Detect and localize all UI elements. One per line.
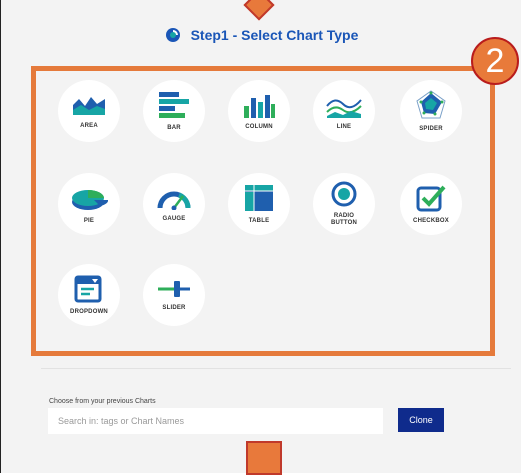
spider-chart-icon — [416, 89, 446, 118]
chart-type-spider[interactable]: SPIDER — [400, 80, 462, 142]
chart-type-gauge[interactable]: GAUGE — [143, 173, 205, 235]
chart-type-label: DROPDOWN — [70, 308, 108, 315]
clone-button[interactable]: Clone — [398, 408, 444, 432]
chart-type-label: SPIDER — [419, 125, 443, 132]
bottom-marker — [246, 441, 282, 475]
table-icon — [245, 184, 273, 211]
chart-type-label: TABLE — [248, 217, 270, 224]
top-arrow-marker — [243, 0, 275, 21]
chart-type-area[interactable]: AREA — [58, 80, 120, 142]
chart-type-dropdown[interactable]: DROPDOWN — [58, 264, 120, 326]
page-title: Step1 - Select Chart Type — [190, 27, 359, 43]
chart-type-label: RADIO BUTTON — [330, 213, 358, 226]
chart-type-radio-button[interactable]: RADIO BUTTON — [313, 173, 375, 235]
line-chart-icon — [326, 98, 362, 118]
gauge-icon — [157, 191, 191, 210]
chart-type-column[interactable]: COLUMN — [228, 80, 290, 142]
chart-type-label: PIE — [83, 217, 95, 224]
chart-type-slider[interactable]: SLIDER — [143, 264, 205, 326]
previous-charts-label: Choose from your previous Charts — [49, 398, 156, 405]
chart-type-bar[interactable]: BAR — [143, 80, 205, 142]
chart-type-checkbox[interactable]: CHECKBOX — [400, 173, 462, 235]
slider-icon — [158, 280, 190, 297]
dropdown-icon — [74, 275, 102, 302]
chart-type-line[interactable]: LINE — [313, 80, 375, 142]
step-header: Step1 - Select Chart Type — [1, 25, 521, 45]
chart-type-pie[interactable]: PIE — [58, 173, 120, 235]
chart-type-label: AREA — [80, 122, 98, 129]
logo-icon — [165, 28, 180, 42]
bar-chart-icon — [159, 91, 189, 118]
chart-type-label: GAUGE — [162, 215, 186, 222]
chart-type-label: COLUMN — [245, 123, 273, 130]
area-chart-icon — [73, 96, 105, 115]
column-chart-icon — [244, 94, 275, 118]
step-panel: Step1 - Select Chart Type 2 AREA BAR COL… — [0, 0, 521, 475]
section-divider — [41, 368, 511, 369]
chart-type-label: CHECKBOX — [413, 217, 449, 224]
pie-chart-icon — [72, 189, 108, 210]
chart-type-label: SLIDER — [162, 304, 186, 311]
step-number-badge: 2 — [471, 37, 519, 85]
chart-type-label: LINE — [336, 123, 352, 130]
checkbox-icon — [416, 185, 446, 211]
chart-type-label: BAR — [167, 124, 181, 131]
radio-button-icon — [331, 181, 357, 207]
search-input[interactable] — [48, 408, 383, 434]
chart-type-table[interactable]: TABLE — [228, 173, 290, 235]
